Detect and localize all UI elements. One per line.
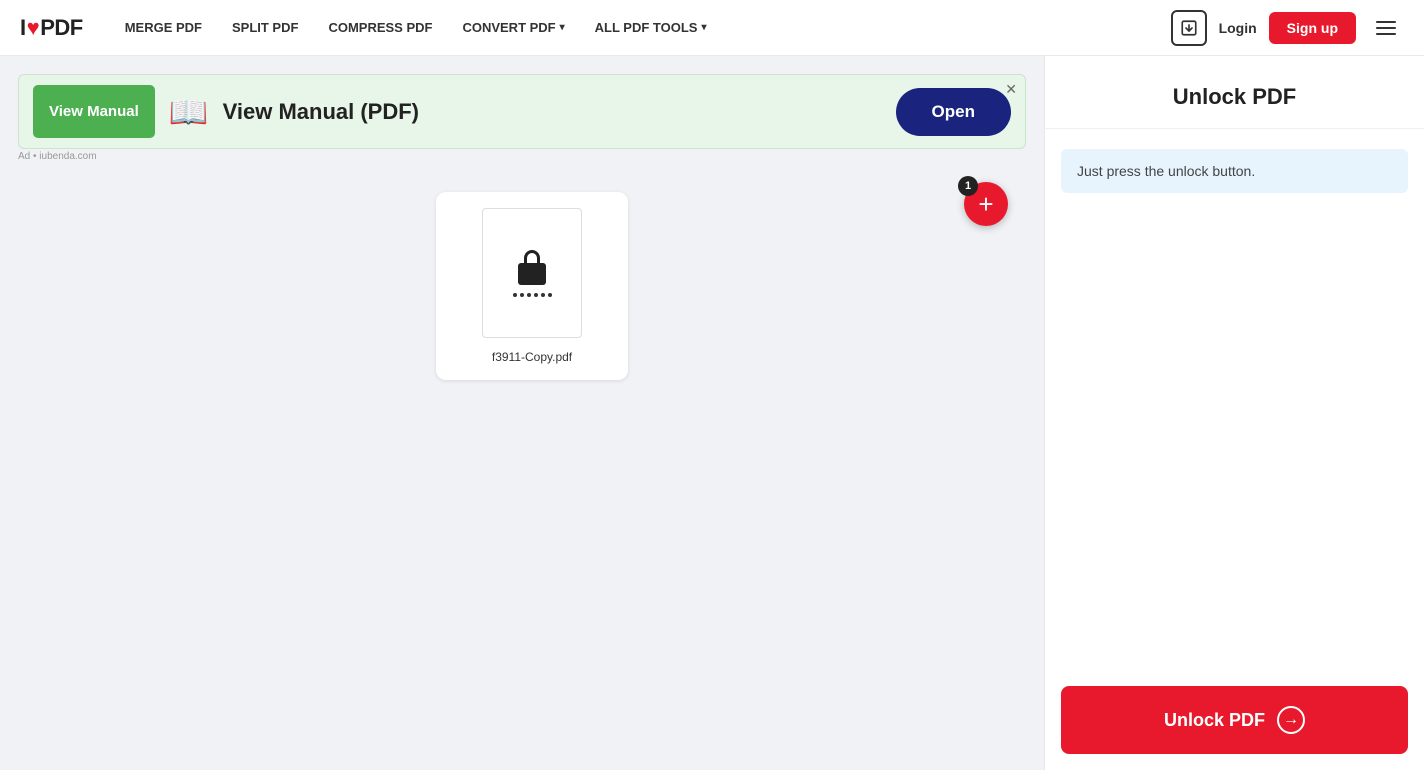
lock-dot xyxy=(541,293,545,297)
chevron-down-icon: ▾ xyxy=(560,22,565,33)
ad-banner: View Manual 📖 View Manual (PDF) Open ✕ xyxy=(18,74,1026,149)
lock-dot xyxy=(534,293,538,297)
chevron-down-icon: ▾ xyxy=(701,22,706,33)
hamburger-menu-button[interactable] xyxy=(1368,10,1404,46)
download-app-button[interactable] xyxy=(1171,10,1207,46)
left-panel: View Manual 📖 View Manual (PDF) Open ✕ A… xyxy=(0,56,1044,770)
logo-pdf: PDF xyxy=(40,15,83,41)
logo-heart: ♥ xyxy=(27,15,40,41)
ad-close-button[interactable]: ✕ xyxy=(1005,81,1017,98)
nav-links: MERGE PDF SPLIT PDF COMPRESS PDF CONVERT… xyxy=(113,12,1171,43)
plus-icon: + xyxy=(978,191,993,217)
pdf-filename: f3911-Copy.pdf xyxy=(492,350,572,364)
file-count-badge: 1 xyxy=(958,176,978,196)
signup-button[interactable]: Sign up xyxy=(1269,12,1356,44)
hamburger-line xyxy=(1376,27,1396,29)
lock-dot xyxy=(548,293,552,297)
nav-convert[interactable]: CONVERT PDF ▾ xyxy=(450,12,576,43)
ad-view-manual-button[interactable]: View Manual xyxy=(33,85,155,138)
unlock-arrow-icon: → xyxy=(1277,706,1305,734)
logo-i: I xyxy=(20,15,26,41)
logo[interactable]: I♥PDF xyxy=(20,15,83,41)
lock-dots xyxy=(513,293,552,297)
pdf-card: f3911-Copy.pdf xyxy=(436,192,628,380)
navbar: I♥PDF MERGE PDF SPLIT PDF COMPRESS PDF C… xyxy=(0,0,1424,56)
lock-dot xyxy=(513,293,517,297)
nav-right: Login Sign up xyxy=(1171,10,1404,46)
ad-title: View Manual (PDF) xyxy=(223,99,882,125)
hamburger-line xyxy=(1376,33,1396,35)
pdf-preview xyxy=(482,208,582,338)
nav-merge[interactable]: MERGE PDF xyxy=(113,12,214,43)
nav-split[interactable]: SPLIT PDF xyxy=(220,12,310,43)
lock-dot xyxy=(520,293,524,297)
ad-open-button[interactable]: Open xyxy=(896,88,1011,136)
lock-dot xyxy=(527,293,531,297)
unlock-pdf-button[interactable]: Unlock PDF → xyxy=(1061,686,1408,754)
add-file-wrapper: 1 + xyxy=(982,172,1026,216)
download-icon xyxy=(1180,19,1198,37)
info-text: Just press the unlock button. xyxy=(1077,163,1255,179)
lock-icon xyxy=(513,250,552,297)
lock-shackle xyxy=(524,250,540,264)
info-box: Just press the unlock button. xyxy=(1061,149,1408,193)
hamburger-line xyxy=(1376,21,1396,23)
main-layout: View Manual 📖 View Manual (PDF) Open ✕ A… xyxy=(0,56,1424,770)
nav-all-tools[interactable]: ALL PDF TOOLS ▾ xyxy=(583,12,719,43)
right-panel-title: Unlock PDF xyxy=(1045,56,1424,129)
login-button[interactable]: Login xyxy=(1219,20,1257,36)
add-file-button[interactable]: 1 + xyxy=(964,182,1008,226)
right-panel-spacer xyxy=(1045,213,1424,670)
nav-compress[interactable]: COMPRESS PDF xyxy=(316,12,444,43)
ad-footer: Ad • iubenda.com xyxy=(18,151,1044,162)
unlock-btn-label: Unlock PDF xyxy=(1164,710,1265,731)
lock-body xyxy=(518,263,546,285)
right-panel: Unlock PDF Just press the unlock button.… xyxy=(1044,56,1424,770)
ad-book-icon: 📖 xyxy=(169,93,209,131)
file-area: 1 + xyxy=(0,162,1044,380)
